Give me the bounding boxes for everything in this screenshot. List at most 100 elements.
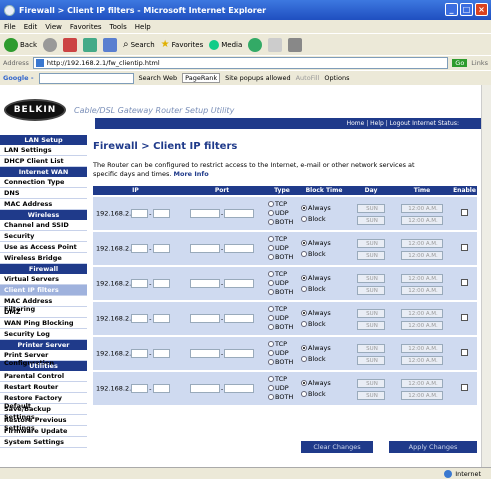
time-end-select[interactable]: 12:00 A.M. [401, 390, 443, 400]
time-start-select[interactable]: 12:00 A.M. [401, 238, 443, 248]
block-always-radio[interactable]: Always [301, 343, 350, 354]
ip-start-input[interactable] [131, 349, 149, 358]
port-start-input[interactable] [189, 209, 220, 218]
sidebar-item-restart-router[interactable]: Restart Router [0, 382, 87, 393]
type-udp-radio[interactable]: UDP [268, 384, 298, 393]
maximize-button[interactable]: □ [460, 3, 473, 16]
sidebar-item-channel-and-ssid[interactable]: Channel and SSID [0, 220, 87, 231]
media-button[interactable]: Media [209, 39, 242, 50]
type-both-radio[interactable]: BOTH [268, 253, 298, 262]
time-end-select[interactable]: 12:00 A.M. [401, 320, 443, 330]
enable-checkbox[interactable] [461, 314, 468, 321]
menu-item-file[interactable]: File [4, 23, 16, 31]
day-start-select[interactable]: SUN [357, 308, 385, 318]
google-search-input[interactable] [38, 72, 134, 84]
port-end-input[interactable] [224, 384, 255, 393]
ip-end-input[interactable] [152, 349, 170, 358]
scrollbar[interactable] [481, 85, 491, 467]
time-start-select[interactable]: 12:00 A.M. [401, 378, 443, 388]
enable-checkbox[interactable] [461, 209, 468, 216]
day-end-select[interactable]: SUN [357, 320, 385, 330]
menu-item-favorites[interactable]: Favorites [70, 23, 102, 31]
refresh-icon[interactable] [83, 37, 97, 52]
header-links[interactable]: Home | Help | Logout Internet Status: [95, 118, 481, 129]
favorites-button[interactable]: ★ Favorites [161, 39, 204, 50]
block-always-radio[interactable]: Always [301, 238, 350, 249]
sidebar-item-security[interactable]: Security [0, 231, 87, 242]
history-icon[interactable] [248, 37, 263, 52]
time-end-select[interactable]: 12:00 A.M. [401, 250, 443, 260]
port-end-input[interactable] [224, 349, 255, 358]
sidebar-item-print-server-configuration[interactable]: Print Server Configuration [0, 350, 87, 367]
type-both-radio[interactable]: BOTH [268, 358, 298, 367]
day-end-select[interactable]: SUN [357, 355, 385, 365]
sidebar-item-restore-factory-default[interactable]: Restore Factory Default [0, 393, 87, 410]
day-start-select[interactable]: SUN [357, 273, 385, 283]
type-udp-radio[interactable]: UDP [268, 244, 298, 253]
type-tcp-radio[interactable]: TCP [268, 340, 298, 349]
type-both-radio[interactable]: BOTH [268, 288, 298, 297]
ip-end-input[interactable] [152, 244, 170, 253]
type-udp-radio[interactable]: UDP [268, 279, 298, 288]
sidebar-item-parental-control[interactable]: Parental Control [0, 371, 87, 382]
sidebar-item-dhcp-client-list[interactable]: DHCP Client List [0, 156, 87, 167]
day-end-select[interactable]: SUN [357, 390, 385, 400]
type-tcp-radio[interactable]: TCP [268, 270, 298, 279]
block-always-radio[interactable]: Always [301, 308, 350, 319]
sidebar-item-restore-previous-settings[interactable]: Restore Previous Settings [0, 415, 87, 432]
day-end-select[interactable]: SUN [357, 250, 385, 260]
more-info-link[interactable]: More Info [174, 170, 209, 178]
options-button[interactable]: Options [324, 74, 349, 82]
autofill-button[interactable]: AutoFill [296, 74, 320, 82]
ip-end-input[interactable] [152, 384, 170, 393]
block-block-radio[interactable]: Block [301, 354, 350, 365]
sidebar-item-wan-ping-blocking[interactable]: WAN Ping Blocking [0, 318, 87, 329]
ip-end-input[interactable] [152, 209, 170, 218]
ip-start-input[interactable] [131, 384, 149, 393]
search-button[interactable]: ⌕ Search [123, 39, 155, 50]
apply-changes-button[interactable]: Apply Changes [389, 441, 477, 453]
type-both-radio[interactable]: BOTH [268, 218, 298, 227]
ip-start-input[interactable] [131, 209, 149, 218]
ip-start-input[interactable] [131, 279, 149, 288]
day-end-select[interactable]: SUN [357, 285, 385, 295]
type-udp-radio[interactable]: UDP [268, 314, 298, 323]
enable-checkbox[interactable] [461, 384, 468, 391]
stop-icon[interactable] [63, 37, 77, 52]
sidebar-item-save-backup-settings[interactable]: Save/Backup Settings [0, 404, 87, 421]
block-block-radio[interactable]: Block [301, 284, 350, 295]
port-start-input[interactable] [189, 314, 220, 323]
ip-end-input[interactable] [152, 279, 170, 288]
day-end-select[interactable]: SUN [357, 215, 385, 225]
menu-item-help[interactable]: Help [135, 23, 151, 31]
sidebar-item-dns[interactable]: DNS [0, 188, 87, 199]
ip-start-input[interactable] [131, 244, 149, 253]
block-always-radio[interactable]: Always [301, 273, 350, 284]
type-both-radio[interactable]: BOTH [268, 323, 298, 332]
sidebar-item-mac-address-filtering[interactable]: MAC Address Filtering [0, 296, 87, 313]
port-end-input[interactable] [224, 209, 255, 218]
links-label[interactable]: Links [471, 59, 488, 67]
block-block-radio[interactable]: Block [301, 389, 350, 400]
enable-checkbox[interactable] [461, 349, 468, 356]
type-both-radio[interactable]: BOTH [268, 393, 298, 402]
menu-item-edit[interactable]: Edit [24, 23, 38, 31]
sidebar-item-connection-type[interactable]: Connection Type [0, 177, 87, 188]
port-start-input[interactable] [189, 279, 220, 288]
mail-icon[interactable] [268, 37, 283, 52]
type-tcp-radio[interactable]: TCP [268, 235, 298, 244]
type-tcp-radio[interactable]: TCP [268, 200, 298, 209]
type-udp-radio[interactable]: UDP [268, 209, 298, 218]
sidebar-item-mac-address[interactable]: MAC Address [0, 199, 87, 210]
time-start-select[interactable]: 12:00 A.M. [401, 308, 443, 318]
day-start-select[interactable]: SUN [357, 343, 385, 353]
type-tcp-radio[interactable]: TCP [268, 305, 298, 314]
back-button[interactable]: Back [4, 37, 37, 52]
forward-icon[interactable] [43, 37, 57, 52]
sidebar-item-lan-settings[interactable]: LAN Settings [0, 145, 87, 156]
enable-checkbox[interactable] [461, 279, 468, 286]
day-start-select[interactable]: SUN [357, 203, 385, 213]
type-tcp-radio[interactable]: TCP [268, 375, 298, 384]
sidebar-item-use-as-access-point[interactable]: Use as Access Point [0, 242, 87, 253]
ip-start-input[interactable] [131, 314, 149, 323]
